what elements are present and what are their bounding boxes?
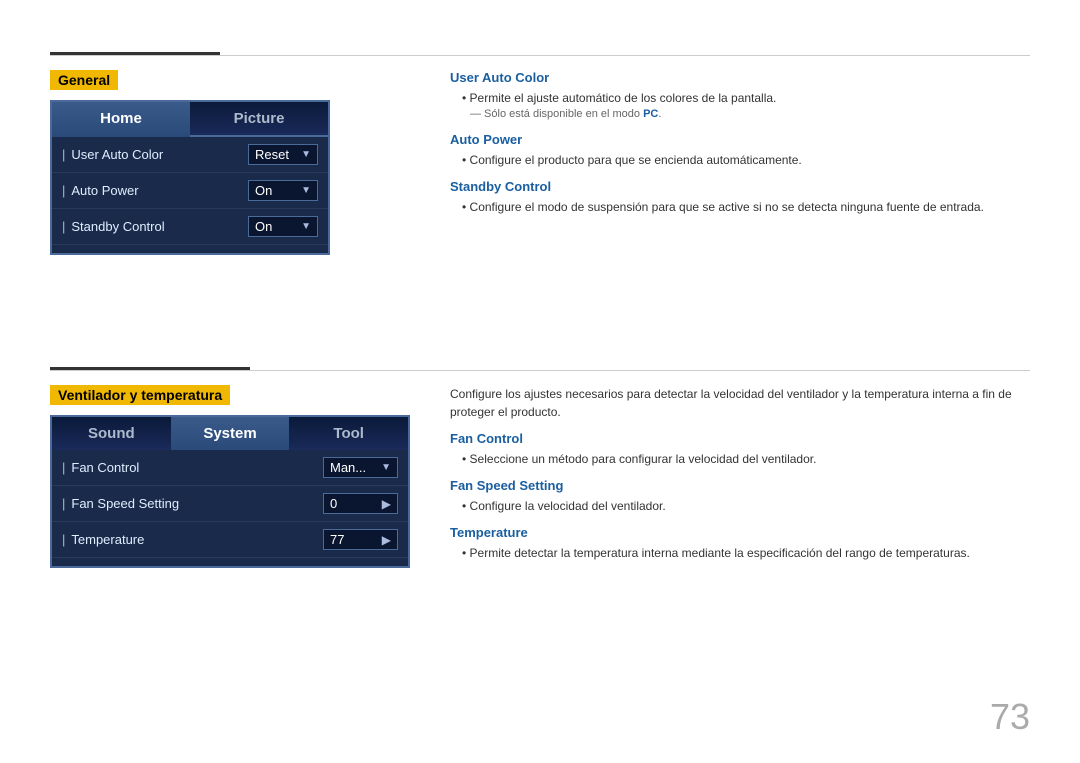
top-divider-line bbox=[50, 55, 1030, 56]
auto-power-arrow-icon: ▼ bbox=[301, 185, 311, 196]
temperature-control[interactable]: 77 ▶ bbox=[323, 529, 398, 550]
mid-divider-line bbox=[50, 370, 1030, 371]
general-menu-tabs: Home Picture bbox=[52, 102, 328, 137]
tab-sound[interactable]: Sound bbox=[52, 417, 171, 450]
standby-control-arrow-icon: ▼ bbox=[301, 221, 311, 232]
menu-item-standby-control: Standby Control On ▼ bbox=[52, 209, 328, 245]
fan-speed-control[interactable]: 0 ▶ bbox=[323, 493, 398, 514]
auto-power-heading: Auto Power bbox=[450, 132, 1030, 147]
ventilador-section-title: Ventilador y temperatura bbox=[50, 385, 230, 405]
fan-control-value: Man... bbox=[330, 460, 377, 475]
fan-speed-arrow-right-icon: ▶ bbox=[382, 497, 391, 511]
temperature-value: 77 bbox=[330, 532, 378, 547]
user-auto-color-control[interactable]: Reset ▼ bbox=[248, 144, 318, 165]
menu-item-fan-speed: Fan Speed Setting 0 ▶ bbox=[52, 486, 408, 522]
fan-control-text: • Seleccione un método para configurar l… bbox=[462, 450, 1030, 468]
temperature-arrow-right-icon: ▶ bbox=[382, 533, 391, 547]
general-section: General Home Picture User Auto Color Res… bbox=[50, 70, 470, 255]
fan-control-heading: Fan Control bbox=[450, 431, 1030, 446]
general-section-title: General bbox=[50, 70, 118, 90]
general-info-panel: User Auto Color • Permite el ajuste auto… bbox=[450, 70, 1030, 216]
auto-power-bullet: • bbox=[462, 153, 470, 167]
ventilador-menu-tabs: Sound System Tool bbox=[52, 417, 408, 450]
pc-link: PC bbox=[643, 108, 658, 120]
standby-control-bullet: • bbox=[462, 200, 470, 214]
fan-control-arrow-icon: ▼ bbox=[381, 462, 391, 473]
ventilador-section: Ventilador y temperatura Sound System To… bbox=[50, 385, 470, 568]
auto-power-label: Auto Power bbox=[62, 183, 248, 198]
menu-item-temperature: Temperature 77 ▶ bbox=[52, 522, 408, 558]
auto-power-control[interactable]: On ▼ bbox=[248, 180, 318, 201]
menu-item-auto-power: Auto Power On ▼ bbox=[52, 173, 328, 209]
standby-control-control[interactable]: On ▼ bbox=[248, 216, 318, 237]
temperature-label: Temperature bbox=[62, 532, 323, 547]
menu-item-user-auto-color: User Auto Color Reset ▼ bbox=[52, 137, 328, 173]
fan-control-bullet: • bbox=[462, 452, 470, 466]
user-auto-color-bullet: • bbox=[462, 91, 470, 105]
user-auto-color-heading: User Auto Color bbox=[450, 70, 1030, 85]
standby-control-value: On bbox=[255, 219, 297, 234]
user-auto-color-note: ― Sólo está disponible en el modo PC. bbox=[470, 107, 1030, 122]
standby-control-text: • Configure el modo de suspensión para q… bbox=[462, 198, 1030, 216]
fan-control-control[interactable]: Man... ▼ bbox=[323, 457, 398, 478]
fan-speed-heading: Fan Speed Setting bbox=[450, 478, 1030, 493]
temperature-text: • Permite detectar la temperatura intern… bbox=[462, 544, 1030, 562]
user-auto-color-text: • Permite el ajuste automático de los co… bbox=[462, 89, 1030, 107]
auto-power-text: • Configure el producto para que se enci… bbox=[462, 151, 1030, 169]
temperature-bullet: • bbox=[462, 546, 470, 560]
tab-home[interactable]: Home bbox=[52, 102, 190, 137]
fan-speed-value: 0 bbox=[330, 496, 378, 511]
tab-tool[interactable]: Tool bbox=[289, 417, 408, 450]
standby-control-label: Standby Control bbox=[62, 219, 248, 234]
temperature-heading: Temperature bbox=[450, 525, 1030, 540]
page-number: 73 bbox=[990, 696, 1030, 738]
auto-power-value: On bbox=[255, 183, 297, 198]
standby-control-heading: Standby Control bbox=[450, 179, 1030, 194]
tab-system[interactable]: System bbox=[171, 417, 290, 450]
ventilador-top-text: Configure los ajustes necesarios para de… bbox=[450, 385, 1030, 421]
menu-item-fan-control: Fan Control Man... ▼ bbox=[52, 450, 408, 486]
general-menu-box: Home Picture User Auto Color Reset ▼ Aut… bbox=[50, 100, 330, 255]
tab-picture[interactable]: Picture bbox=[190, 102, 328, 137]
fan-control-label: Fan Control bbox=[62, 460, 323, 475]
user-auto-color-arrow-icon: ▼ bbox=[301, 149, 311, 160]
fan-speed-text: • Configure la velocidad del ventilador. bbox=[462, 497, 1030, 515]
user-auto-color-value: Reset bbox=[255, 147, 297, 162]
ventilador-menu-box: Sound System Tool Fan Control Man... ▼ F… bbox=[50, 415, 410, 568]
fan-speed-label: Fan Speed Setting bbox=[62, 496, 323, 511]
ventilador-info-panel: Configure los ajustes necesarios para de… bbox=[450, 385, 1030, 562]
user-auto-color-label: User Auto Color bbox=[62, 147, 248, 162]
fan-speed-bullet: • bbox=[462, 499, 470, 513]
